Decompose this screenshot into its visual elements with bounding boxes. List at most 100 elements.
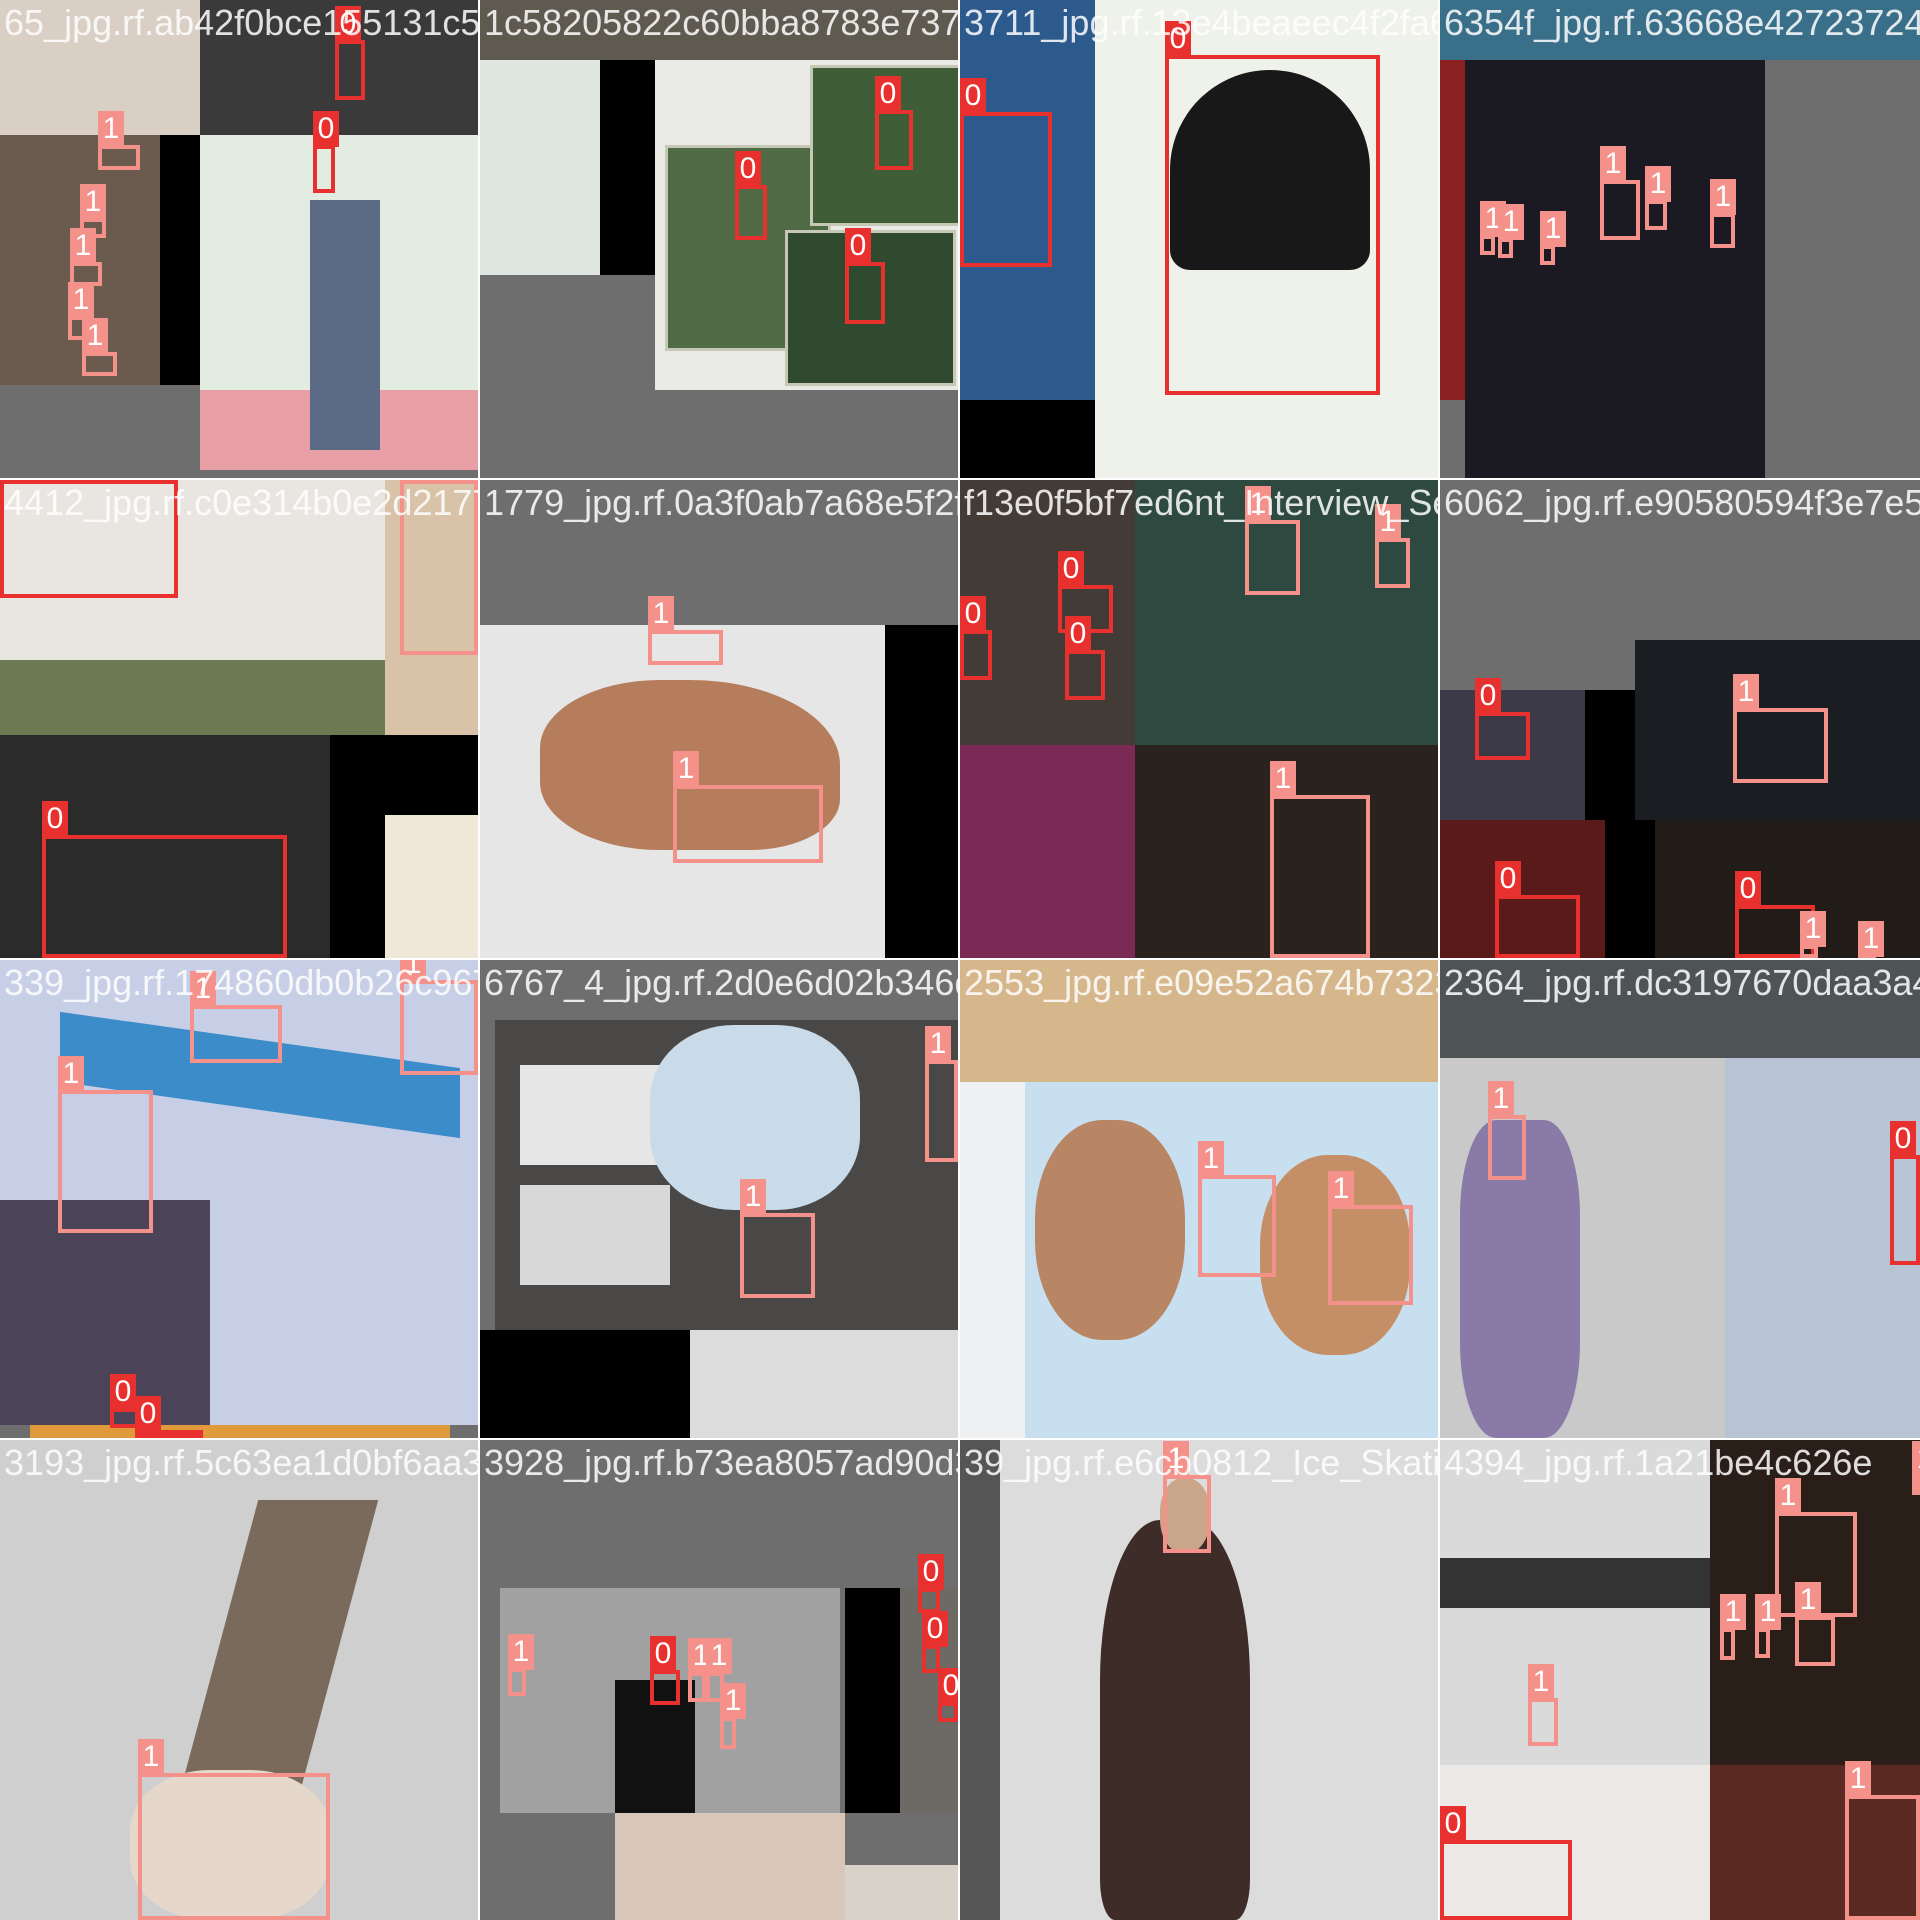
class-label: 0 — [875, 76, 901, 112]
bbox: 1 — [1528, 1664, 1558, 1746]
class-label: 1 — [68, 282, 94, 318]
mosaic-tile: 0 1 0 4412_jpg.rf.c0e314b0e2d21779c00807… — [0, 480, 478, 958]
mosaic-tile: 0 1 0 0 1 1 6062_jpg.rf.e90580594f3e7e5 — [1440, 480, 1920, 958]
mosaic-tile: 1 1 1 1 1 1 6354f_jpg.rf.63668e427237242 — [1440, 0, 1920, 478]
tile-photo — [885, 625, 958, 958]
class-label: 1 — [1720, 1594, 1746, 1630]
tile-photo — [1440, 60, 1465, 400]
bbox: 1 — [1755, 1594, 1781, 1658]
bbox: 1 — [1912, 1441, 1920, 1495]
bbox: 1 — [1328, 1171, 1413, 1305]
bbox: 1 — [1375, 504, 1410, 588]
tile-photo — [690, 1330, 958, 1438]
bbox: 1 — [720, 1683, 746, 1749]
tile-photo — [960, 400, 1095, 478]
bbox: 1 — [688, 1638, 714, 1702]
class-label: 0 — [110, 1374, 136, 1410]
tile-photo — [845, 1865, 958, 1920]
bbox: 0 — [960, 596, 992, 680]
bbox: 1 — [82, 318, 117, 376]
tile-photo — [0, 660, 385, 735]
bbox: 1 — [1540, 211, 1566, 265]
bbox: 1 — [1498, 204, 1524, 258]
bbox: 1 — [1488, 1081, 1526, 1180]
tile-filename: 4394_jpg.rf.1a21be4c626e — [1444, 1442, 1873, 1483]
bbox: 0 — [1440, 1806, 1572, 1920]
class-label: 0 — [918, 1554, 944, 1590]
tile-photo — [960, 1082, 1025, 1438]
class-label: 0 — [960, 596, 986, 632]
tile-photo — [1440, 1558, 1710, 1608]
bbox: 0 — [735, 151, 767, 240]
class-label: 1 — [1845, 1761, 1871, 1797]
class-label: 0 — [313, 111, 339, 147]
bbox: 1 — [1480, 201, 1506, 255]
tile-photo — [30, 1425, 450, 1438]
tile-filename: f13e0f5bf7ed6nt_Interview_Se_People_Visi… — [964, 482, 1438, 523]
tile-photo — [960, 745, 1135, 958]
class-label: 1 — [1733, 674, 1759, 710]
class-label: 0 — [42, 801, 68, 837]
tile-photo — [520, 1185, 670, 1285]
tile-filename: 1779_jpg.rf.0a3f0ab7a68e5f2ff — [484, 482, 958, 523]
tile-photo — [0, 1200, 210, 1425]
bbox: 0 — [1165, 21, 1380, 395]
class-label: 1 — [138, 1739, 164, 1775]
class-label: 0 — [845, 228, 871, 264]
bbox: 1 — [673, 751, 823, 863]
bbox: 0 — [918, 1554, 944, 1613]
class-label: 0 — [1440, 1806, 1466, 1842]
mosaic-tile: 1 1 1 1 1 1 0 1 4394_jpg.rf.1a21be4c626e — [1440, 1440, 1920, 1920]
class-label: 1 — [70, 228, 96, 264]
class-label: 0 — [650, 1636, 676, 1672]
mosaic-tile: 0 0 3711_jpg.rf.13e4beaeec4f2fa6354f1c74… — [960, 0, 1438, 478]
tile-photo — [160, 135, 200, 385]
class-label: 0 — [1475, 678, 1501, 714]
mosaic-tile: 1 1 1779_jpg.rf.0a3f0ab7a68e5f2ff — [480, 480, 958, 958]
class-label: 1 — [1498, 204, 1524, 240]
class-label: 1 — [1328, 1171, 1354, 1207]
class-label: 0 — [1495, 861, 1521, 897]
tile-filename: 339_jpg.rf.174860db0b26c96767 — [4, 962, 478, 1003]
class-label: 1 — [1912, 1441, 1920, 1477]
class-label: 0 — [735, 151, 761, 187]
mosaic-tile: 0 0 0 1c58205822c60bba8783e7371e6e2132e4… — [480, 0, 958, 478]
bbox: 1 — [1795, 1582, 1835, 1666]
tile-filename: 39_jpg.rf.e6cb0812_Ice_Skating — [964, 1442, 1438, 1483]
tile-photo — [385, 815, 478, 958]
class-label: 1 — [1600, 146, 1626, 182]
class-label: 0 — [1890, 1121, 1916, 1157]
class-label: 0 — [1058, 551, 1084, 587]
tile-photo — [520, 1065, 670, 1165]
class-label: 1 — [1858, 921, 1884, 957]
class-label: 1 — [1198, 1141, 1224, 1177]
tile-filename: 1c58205822c60bba8783e7371e6e2132e4beaeec… — [484, 2, 958, 43]
bbox: 0 — [313, 111, 339, 193]
tile-filename: 6767_4_jpg.rf.2d0e6d02b346dcb2553 — [484, 962, 958, 1003]
bbox: 1 — [1858, 921, 1884, 958]
tile-photo — [480, 1330, 690, 1438]
mosaic-tile: 1 0 1 1 1 0 0 0 3928_jpg.rf.b73ea8057ad9… — [480, 1440, 958, 1920]
tile-filename: 4412_jpg.rf.c0e314b0e2d21779c00807f0 — [4, 482, 478, 523]
bbox: 0 — [135, 1396, 203, 1438]
tile-photo — [615, 1813, 845, 1920]
bbox: 1 — [1845, 1761, 1920, 1920]
bbox: 1 — [1270, 761, 1370, 958]
class-label: 1 — [508, 1634, 534, 1670]
bbox: 1 — [925, 1026, 958, 1162]
bbox: 1 — [1800, 911, 1826, 958]
tile-filename: 3711_jpg.rf.13e4beaeec4f2fa6354f1c745636… — [964, 2, 1438, 43]
bbox: 0 — [42, 801, 287, 958]
tile-filename: 65_jpg.rf.ab42f0bce155131c582058226260bb… — [4, 2, 478, 43]
class-label: 0 — [960, 78, 986, 114]
tile-photo — [310, 200, 380, 450]
class-label: 1 — [1710, 179, 1736, 215]
bbox: 0 — [1065, 616, 1105, 700]
class-label: 1 — [1795, 1582, 1821, 1618]
bbox: 1 — [1245, 486, 1300, 595]
bbox: 0 — [1890, 1121, 1920, 1265]
detection-mosaic: 0 1 0 1 1 1 1 65_jpg.rf.ab42f0bce155131c… — [0, 0, 1920, 1920]
tile-filename: 2553_jpg.rf.e09e52a674b732364ab3 — [964, 962, 1438, 1003]
bbox: 1 — [1163, 1441, 1211, 1553]
bbox: 1 — [138, 1739, 330, 1920]
